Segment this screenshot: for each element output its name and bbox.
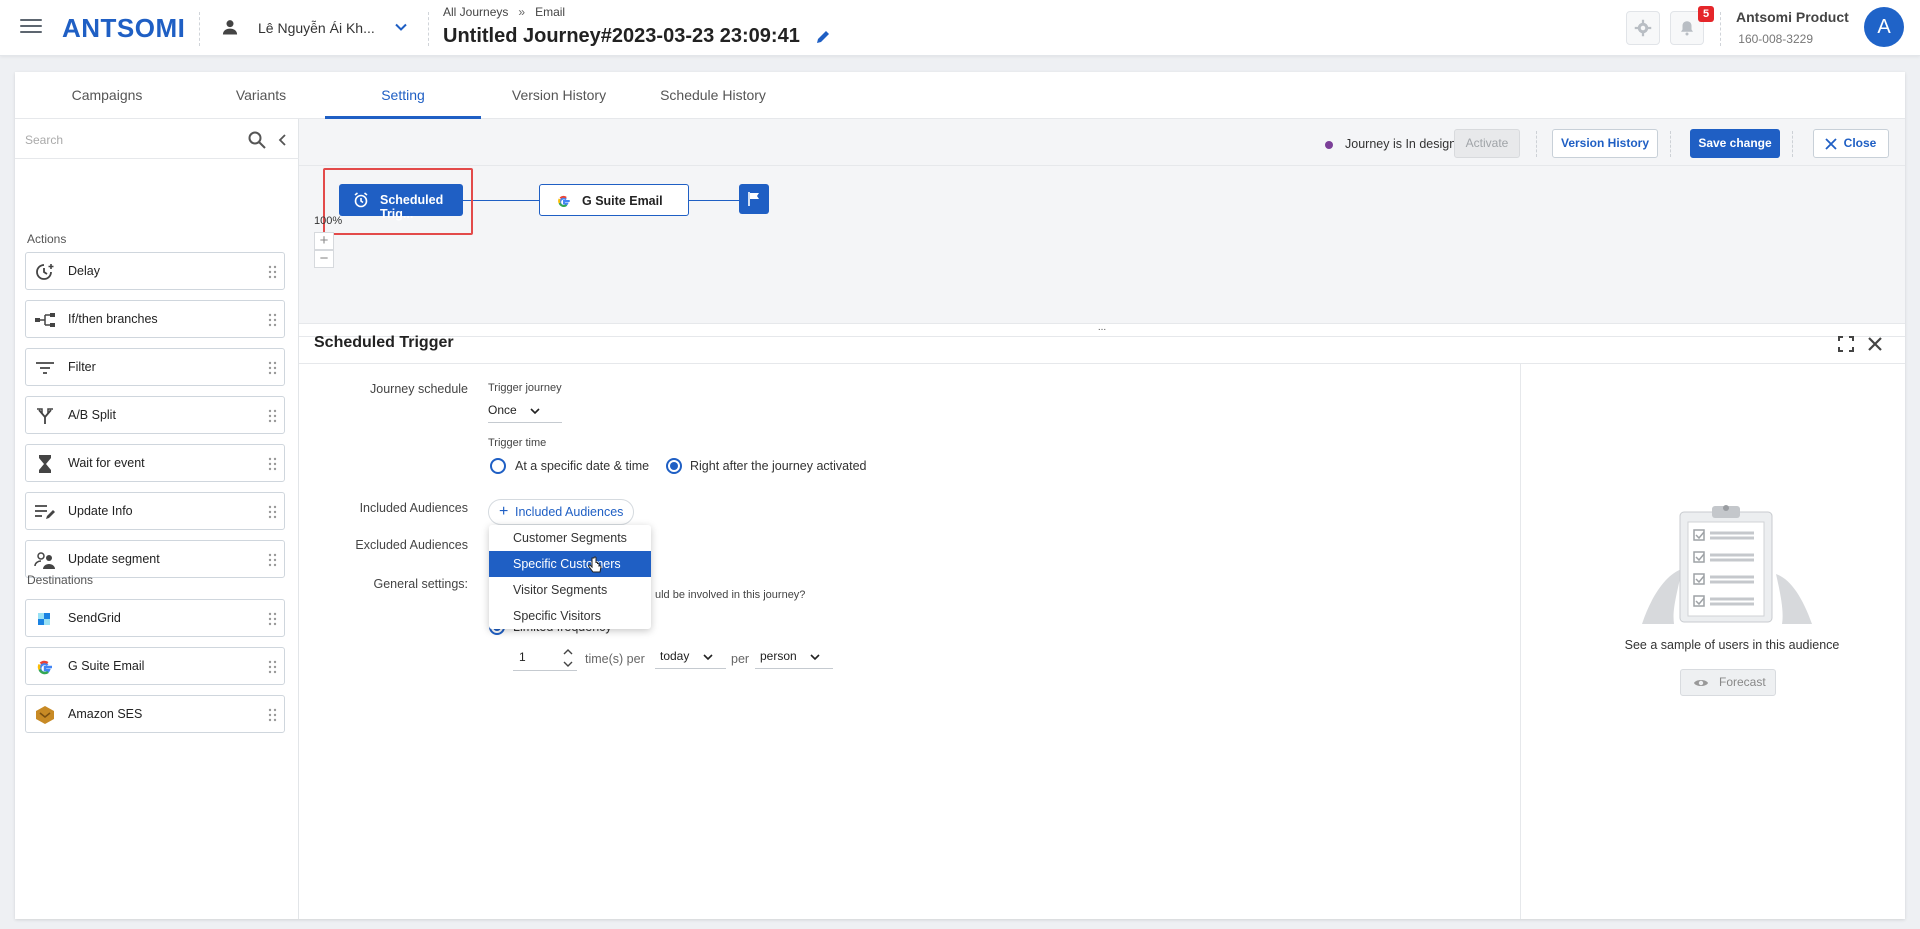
flow-node-scheduled-trigger[interactable]: Scheduled Trig... — [339, 184, 463, 221]
activate-button[interactable]: Activate — [1454, 129, 1520, 158]
breadcrumb-separator: » — [518, 5, 526, 19]
flow-node-end[interactable] — [739, 184, 769, 214]
eye-icon — [1694, 680, 1708, 686]
close-icon[interactable] — [1866, 335, 1884, 353]
journey-status: Journey is In design — [1345, 137, 1457, 151]
excluded-audiences-label: Excluded Audiences — [355, 538, 468, 552]
panel-title: Scheduled Trigger — [314, 334, 454, 351]
trigger-time-label: Trigger time — [488, 437, 547, 449]
dropdown-item-customer-segments[interactable]: Customer Segments — [489, 525, 651, 551]
zoom-in-button[interactable]: + — [314, 232, 334, 250]
dropdown-item-specific-visitors[interactable]: Specific Visitors — [489, 603, 651, 629]
logo[interactable]: ANTSOMI — [62, 13, 185, 44]
menu-icon[interactable] — [20, 16, 42, 36]
add-included-audiences-label: Included Audiences — [515, 505, 624, 519]
status-dot — [1325, 141, 1333, 149]
avatar[interactable]: A — [1864, 7, 1904, 47]
dropdown-item-visitor-segments[interactable]: Visitor Segments — [489, 577, 651, 603]
add-included-audiences-button[interactable]: + Included Audiences — [488, 499, 635, 525]
forecast-button[interactable]: Forecast — [1680, 669, 1776, 696]
divider — [428, 12, 429, 46]
breadcrumb-all-journeys[interactable]: All Journeys — [443, 5, 508, 19]
times-per-label: time(s) per — [585, 652, 645, 666]
sample-users-text: See a sample of users in this audience — [1624, 638, 1840, 652]
zoom-out-button[interactable]: − — [314, 250, 334, 268]
account-name: Antsomi Product — [1736, 9, 1849, 25]
journey-schedule-label: Journey schedule — [370, 382, 468, 396]
period-value: today — [660, 649, 690, 663]
alarm-clock-icon — [354, 192, 368, 208]
unit-select[interactable]: person — [755, 645, 833, 669]
hand-cursor-icon — [588, 556, 602, 573]
version-history-button[interactable]: Version History — [1552, 129, 1658, 158]
flow-node-label: Scheduled Trig... — [380, 193, 444, 221]
workspace: Journey is In design Activate Version Hi… — [15, 72, 1905, 919]
pencil-icon[interactable] — [815, 29, 831, 45]
flow-node-label: G Suite Email — [582, 194, 663, 208]
trigger-journey-value: Once — [488, 403, 517, 417]
radio-after-activated[interactable] — [666, 458, 682, 474]
close-button[interactable]: Close — [1813, 129, 1889, 158]
breadcrumb: All Journeys » Email — [443, 5, 565, 19]
close-icon — [1825, 138, 1837, 150]
divider — [199, 12, 200, 46]
dropdown-item-specific-customers[interactable]: Specific Customers — [489, 551, 651, 577]
divider — [1720, 12, 1721, 46]
account-id: 160-008-3229 — [1738, 32, 1813, 46]
divider — [299, 363, 1905, 364]
divider — [1792, 131, 1793, 157]
close-button-label: Close — [1843, 136, 1877, 150]
settings-button[interactable] — [1626, 11, 1660, 45]
flow-node-g-suite-email[interactable]: G Suite Email — [539, 184, 689, 216]
per-label: per — [731, 652, 750, 666]
bell-icon — [1681, 21, 1693, 36]
chevron-down-icon — [530, 408, 540, 414]
audience-type-dropdown: Customer Segments Specific Customers Vis… — [489, 525, 651, 629]
breadcrumb-email[interactable]: Email — [535, 5, 565, 19]
general-settings-question: uld be involved in this journey? — [655, 589, 806, 601]
save-change-button[interactable]: Save change — [1690, 129, 1780, 158]
panel-resizer[interactable]: ... — [299, 323, 1905, 337]
flag-icon — [748, 192, 759, 206]
gear-icon — [1634, 19, 1652, 37]
radio-specific-date-label[interactable]: At a specific date & time — [515, 459, 649, 473]
chevron-down-icon[interactable] — [393, 19, 409, 35]
chevron-down-icon — [810, 654, 820, 660]
person-icon — [222, 20, 238, 35]
notification-badge: 5 — [1698, 6, 1714, 22]
divider — [1520, 364, 1521, 919]
expand-icon[interactable] — [1837, 335, 1855, 353]
divider — [1536, 131, 1537, 157]
divider — [1670, 131, 1671, 157]
journey-title: Untitled Journey#2023-03-23 23:09:41 — [443, 25, 800, 47]
google-icon — [558, 195, 570, 207]
forecast-label: Forecast — [1719, 675, 1766, 689]
unit-value: person — [760, 649, 797, 663]
chevron-down-icon — [703, 654, 713, 660]
general-settings-label: General settings: — [373, 577, 469, 591]
included-audiences-label: Included Audiences — [359, 501, 468, 515]
radio-after-activated-label[interactable]: Right after the journey activated — [690, 459, 867, 473]
trigger-journey-select[interactable]: Once — [488, 399, 562, 423]
user-name[interactable]: Lê Nguyễn Ái Kh... — [258, 20, 375, 36]
flow-connector — [689, 200, 745, 201]
clipboard-illustration — [1642, 505, 1812, 624]
period-select[interactable]: today — [655, 645, 726, 669]
top-bar: ANTSOMI Lê Nguyễn Ái Kh... All Journeys »… — [0, 0, 1920, 56]
zoom-level: 100% — [314, 215, 343, 227]
trigger-journey-label: Trigger journey — [488, 382, 562, 394]
plus-icon: + — [499, 503, 509, 520]
radio-specific-date[interactable] — [490, 458, 506, 474]
number-stepper-icon[interactable] — [562, 647, 574, 669]
canvas-toolbar — [299, 119, 1905, 166]
